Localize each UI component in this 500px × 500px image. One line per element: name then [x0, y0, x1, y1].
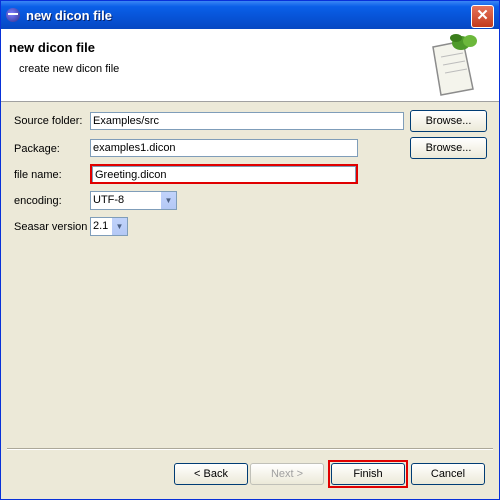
seasar-version-value: 2.1 [93, 220, 109, 232]
back-button[interactable]: < Back [174, 463, 248, 485]
source-folder-browse-button[interactable]: Browse... [410, 110, 487, 132]
next-button[interactable]: Next > [250, 463, 324, 485]
chevron-down-icon[interactable]: ▼ [160, 192, 176, 209]
package-browse-button[interactable]: Browse... [410, 137, 487, 159]
banner-description: create new dicon file [19, 63, 120, 75]
new-dicon-file-dialog: new dicon file ✕ new dicon file create n… [0, 0, 500, 500]
banner-title: new dicon file [9, 40, 95, 55]
title-bar: new dicon file ✕ [1, 1, 499, 29]
source-folder-field[interactable]: Examples/src [90, 112, 404, 130]
package-field[interactable]: examples1.dicon [90, 139, 358, 157]
encoding-value: UTF-8 [93, 194, 125, 206]
close-button[interactable]: ✕ [471, 5, 494, 28]
finish-highlight [328, 460, 408, 488]
file-name-highlight [90, 164, 358, 184]
file-name-label: file name: [14, 169, 62, 181]
window-title: new dicon file [26, 8, 112, 23]
cancel-button[interactable]: Cancel [411, 463, 485, 485]
document-with-leaf-icon [432, 34, 477, 96]
chevron-down-icon[interactable]: ▼ [111, 218, 127, 235]
package-label: Package: [14, 143, 60, 155]
seasar-version-dropdown[interactable]: 2.1 ▼ [90, 217, 128, 236]
encoding-label: encoding: [14, 195, 62, 207]
wizard-banner: new dicon file create new dicon file [1, 29, 499, 102]
encoding-dropdown[interactable]: UTF-8 ▼ [90, 191, 177, 210]
button-bar-separator [7, 448, 493, 450]
eclipse-app-icon [6, 8, 20, 22]
seasar-version-label: Seasar version [14, 221, 88, 233]
source-folder-label: Source folder: [14, 115, 83, 127]
